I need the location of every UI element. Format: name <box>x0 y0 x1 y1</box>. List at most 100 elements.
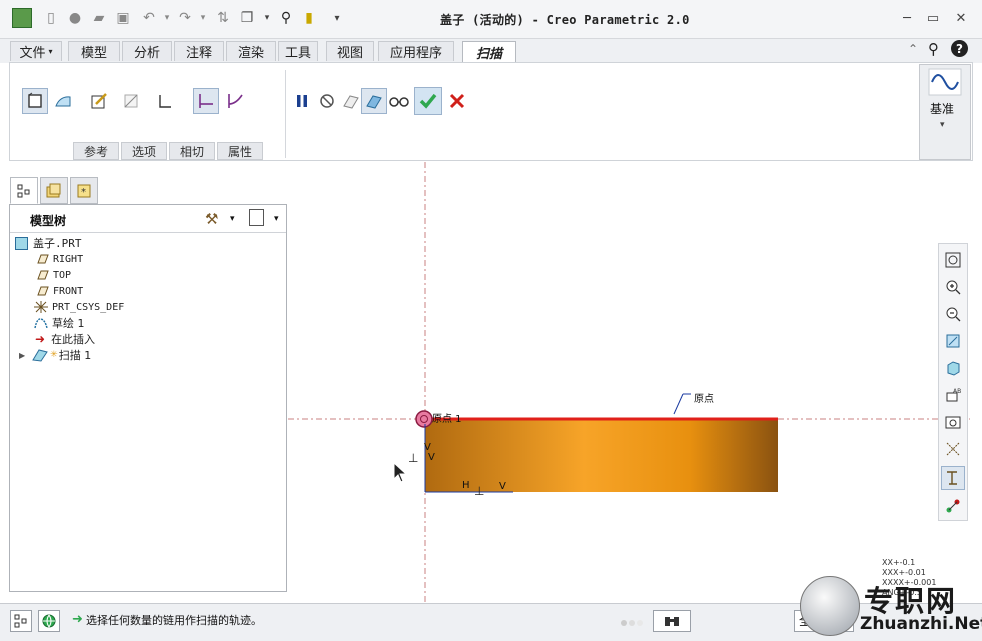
new-file-icon[interactable]: ▯ <box>42 9 60 27</box>
solid-icon <box>28 92 42 108</box>
svg-text:AB: AB <box>953 388 961 395</box>
tab-annotate[interactable]: 注释 <box>174 41 224 61</box>
subtab-properties[interactable]: 属性 <box>217 142 263 160</box>
tab-view[interactable]: 视图 <box>326 41 374 61</box>
redo-icon[interactable]: ↷ <box>176 9 194 27</box>
tree-node-part[interactable]: 盖子.PRT <box>15 235 82 251</box>
thicken-icon <box>159 95 171 108</box>
part-icon <box>15 236 28 250</box>
tab-render[interactable]: 渲染 <box>226 41 276 61</box>
start-point-marker[interactable] <box>415 410 433 428</box>
tab-tools[interactable]: 工具 <box>278 41 318 61</box>
open-file-icon[interactable]: ● <box>66 9 84 27</box>
confirm-button[interactable] <box>414 87 442 115</box>
minimize-button[interactable]: ─ <box>896 9 918 27</box>
subtab-options[interactable]: 选项 <box>121 142 167 160</box>
cancel-button[interactable] <box>444 88 470 114</box>
zoom-in-button[interactable] <box>941 275 965 299</box>
refit-button[interactable] <box>941 248 965 272</box>
repaint-button[interactable] <box>941 329 965 353</box>
no-preview-icon <box>320 94 334 108</box>
browser-toggle-button[interactable] <box>38 610 60 632</box>
view-manager-button[interactable] <box>941 410 965 434</box>
surface-sweep-button[interactable] <box>50 88 76 114</box>
redo-dropdown-icon[interactable]: ▾ <box>194 9 212 27</box>
find-button[interactable] <box>653 610 691 632</box>
model-tree-tab[interactable] <box>10 177 38 204</box>
datum-plane-icon <box>37 270 49 280</box>
feature-preview-button[interactable] <box>361 88 387 114</box>
folder-highlight-icon[interactable]: ▮ <box>300 9 318 27</box>
navigator-toggle-button[interactable] <box>10 610 32 632</box>
graphics-canvas: ⊥ ⊥ <box>288 162 970 602</box>
model-tree-title: 模型树 <box>30 214 67 228</box>
variable-section-button[interactable] <box>222 88 248 114</box>
glasses-icon <box>389 97 409 107</box>
tree-node-top[interactable]: TOP <box>35 267 71 283</box>
spin-center-button[interactable] <box>941 494 965 518</box>
restore-button[interactable]: ▭ <box>922 9 944 27</box>
tree-columns-icon[interactable] <box>249 209 264 226</box>
tab-file[interactable]: 文件 ▾ <box>10 41 62 61</box>
no-preview-button[interactable] <box>314 88 340 114</box>
datum-dropdown-icon[interactable]: ▾ <box>940 120 945 130</box>
search-icon[interactable]: ⚲ <box>277 9 295 27</box>
tab-sweep[interactable]: 扫描 <box>462 41 516 63</box>
creo-app-icon[interactable] <box>12 8 32 28</box>
prompt-arrow-icon: ➜ <box>72 612 83 627</box>
mouse-cursor-icon <box>393 461 408 487</box>
remove-material-icon <box>124 94 138 108</box>
collapse-ribbon-icon[interactable]: ⌃ <box>908 42 918 56</box>
verify-button[interactable] <box>386 88 412 114</box>
pause-button[interactable] <box>289 88 315 114</box>
folder-browser-icon <box>46 183 61 197</box>
annotation-display-button[interactable] <box>941 466 965 490</box>
tree-node-sketch[interactable]: 草绘 1 <box>33 315 85 331</box>
tree-node-front[interactable]: FRONT <box>35 283 83 299</box>
datum-icon <box>928 68 962 99</box>
tree-settings-dropdown-icon[interactable]: ▾ <box>230 214 235 224</box>
datum-label: 基准 <box>930 102 955 116</box>
sketch-section-button[interactable] <box>86 88 112 114</box>
solid-sweep-button[interactable] <box>22 88 48 114</box>
tree-node-sweep[interactable]: ▶ ✳ 扫描 1 <box>19 347 91 363</box>
tree-node-insert-here[interactable]: ➜ 在此插入 <box>35 331 95 347</box>
help-icon[interactable]: ? <box>951 40 968 57</box>
tab-analysis[interactable]: 分析 <box>122 41 172 61</box>
saved-views-button[interactable]: AB <box>941 383 965 407</box>
tree-columns-dropdown-icon[interactable]: ▾ <box>274 214 279 224</box>
sweep-preview-body[interactable] <box>425 420 778 492</box>
tab-applications[interactable]: 应用程序 <box>378 41 454 61</box>
undo-icon[interactable]: ↶ <box>140 9 158 27</box>
undo-dropdown-icon[interactable]: ▾ <box>158 9 176 27</box>
zoom-out-button[interactable] <box>941 302 965 326</box>
folder-browser-tab[interactable] <box>40 177 68 204</box>
windows-dropdown-icon[interactable]: ▾ <box>258 9 276 27</box>
save-icon[interactable]: ▣ <box>114 9 132 27</box>
windows-icon[interactable]: ❐ <box>238 9 256 27</box>
spin-center-icon <box>946 499 960 513</box>
customize-qa-dropdown-icon[interactable]: ▾ <box>328 9 346 27</box>
subtab-references[interactable]: 参考 <box>73 142 119 160</box>
trajectory-label: 原点 1 <box>432 414 462 425</box>
open-folder-icon[interactable]: ▰ <box>90 9 108 27</box>
remove-material-button[interactable] <box>118 88 144 114</box>
datum-display-button[interactable] <box>941 437 965 461</box>
expand-arrow-icon[interactable]: ▶ <box>19 351 25 360</box>
thicken-button[interactable] <box>152 88 178 114</box>
zoom-in-icon <box>946 280 961 295</box>
close-button[interactable]: ✕ <box>950 9 972 27</box>
tree-node-right[interactable]: RIGHT <box>35 251 83 267</box>
constant-section-button[interactable] <box>193 88 219 114</box>
tab-model[interactable]: 模型 <box>68 41 120 61</box>
display-style-button[interactable] <box>941 356 965 380</box>
surface-icon <box>55 96 71 107</box>
tree-settings-icon[interactable]: ⚒ <box>205 210 218 228</box>
regenerate-icon[interactable]: ⇅ <box>214 9 232 27</box>
search-help-icon[interactable]: ⚲ <box>928 40 939 58</box>
favorites-tab[interactable]: * <box>70 177 98 204</box>
tree-node-csys[interactable]: PRT_CSYS_DEF <box>33 299 124 315</box>
new-feature-star-icon: ✳ <box>50 350 58 360</box>
sketch-icon <box>34 318 48 329</box>
subtab-tangency[interactable]: 相切 <box>169 142 215 160</box>
